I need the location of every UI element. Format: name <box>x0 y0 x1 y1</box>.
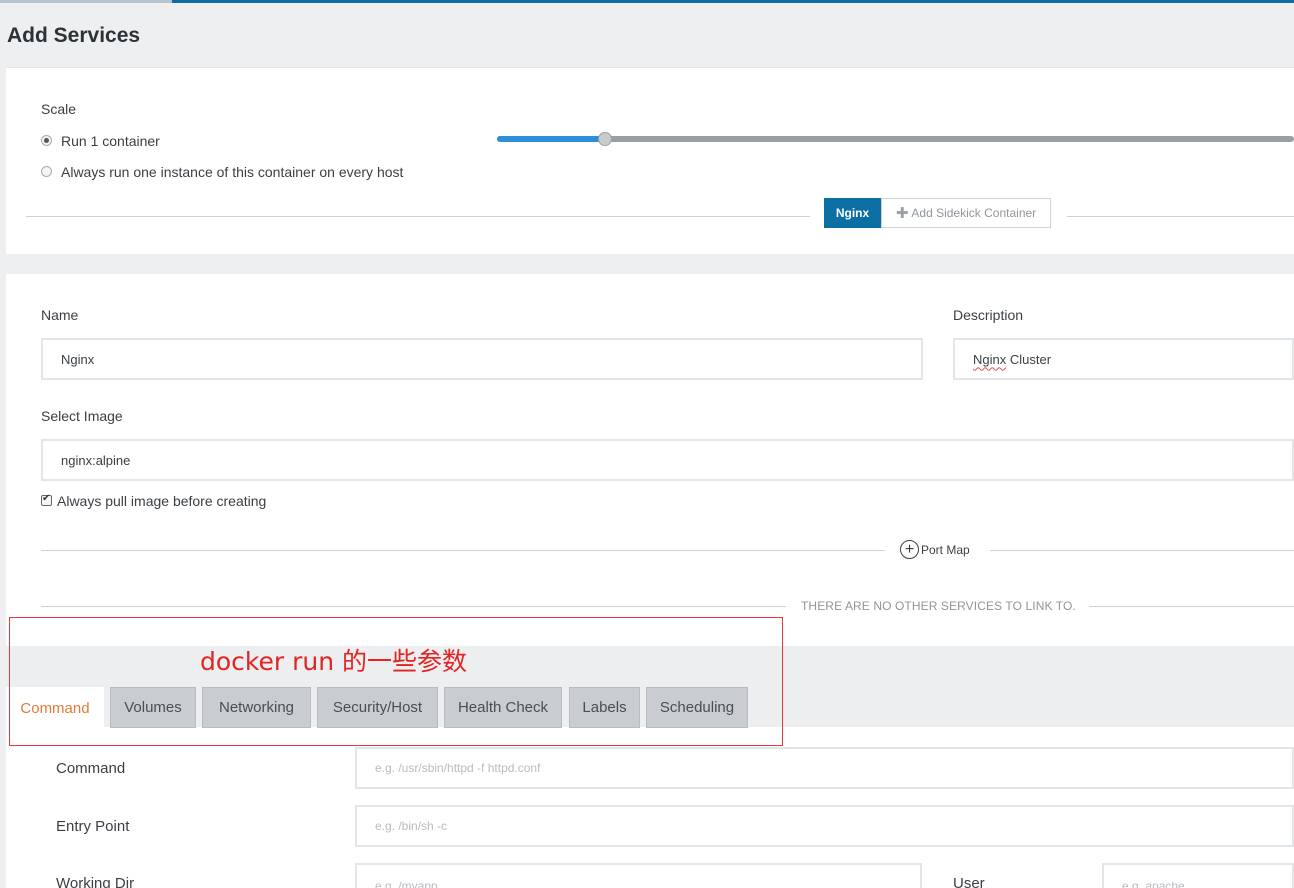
divider <box>26 216 810 217</box>
port-map-button[interactable]: + Port Map <box>900 540 970 559</box>
entry-point-placeholder: e.g. /bin/sh -c <box>375 819 448 833</box>
top-accent-segment <box>0 0 172 3</box>
working-dir-label: Working Dir <box>56 875 135 888</box>
plus-icon: ✚ <box>895 204 909 222</box>
container-tab-nginx[interactable]: Nginx <box>824 198 881 228</box>
top-accent-bar <box>0 0 1294 3</box>
description-label: Description <box>953 307 1024 323</box>
run-count-label: Run 1 container <box>61 133 160 149</box>
add-sidekick-label: Add Sidekick Container <box>911 206 1037 220</box>
entry-point-input[interactable]: e.g. /bin/sh -c <box>355 805 1294 847</box>
port-map-label: Port Map <box>921 542 970 557</box>
description-value-word: Nginx <box>973 351 1007 367</box>
description-value-rest: Cluster <box>1006 351 1052 367</box>
divider <box>41 606 786 607</box>
scale-slider-thumb[interactable] <box>598 132 612 146</box>
user-placeholder: e.g. apache <box>1122 879 1185 888</box>
scale-label: Scale <box>41 101 77 117</box>
command-label: Command <box>56 760 126 777</box>
working-dir-placeholder: e.g. /myapp <box>375 879 438 888</box>
image-input[interactable]: nginx:alpine <box>41 439 1294 481</box>
user-input[interactable]: e.g. apache <box>1102 863 1294 888</box>
add-circle-icon: + <box>900 540 919 559</box>
annotation-text: docker run 的一些参数 <box>200 647 468 676</box>
divider <box>990 550 1294 551</box>
always-pull-label: Always pull image before creating <box>57 493 267 509</box>
name-label: Name <box>41 307 79 323</box>
scale-slider-fill <box>497 136 605 142</box>
global-run-label: Always run one instance of this containe… <box>61 164 404 180</box>
entry-point-label: Entry Point <box>56 818 130 835</box>
add-sidekick-button[interactable]: ✚ Add Sidekick Container <box>881 198 1051 228</box>
image-value: nginx:alpine <box>61 452 131 468</box>
description-input[interactable]: Nginx Cluster <box>953 338 1294 380</box>
page-title: Add Services <box>7 24 141 47</box>
command-placeholder: e.g. /usr/sbin/httpd -f httpd.conf <box>375 761 541 775</box>
command-input[interactable]: e.g. /usr/sbin/httpd -f httpd.conf <box>355 747 1294 789</box>
user-label: User <box>953 875 985 888</box>
select-image-label: Select Image <box>41 408 123 424</box>
run-count-radio[interactable] <box>41 135 52 146</box>
global-run-radio[interactable] <box>41 166 52 177</box>
divider <box>1089 606 1294 607</box>
divider <box>41 550 885 551</box>
scale-slider-track[interactable] <box>497 136 1294 142</box>
divider <box>1067 216 1294 217</box>
no-links-message: THERE ARE NO OTHER SERVICES TO LINK TO. <box>801 599 1076 613</box>
always-pull-checkbox[interactable] <box>41 493 52 506</box>
name-input[interactable]: Nginx <box>41 338 923 380</box>
working-dir-input[interactable]: e.g. /myapp <box>355 863 922 888</box>
annotation-box <box>9 617 783 746</box>
name-value: Nginx <box>61 351 95 367</box>
scale-panel <box>6 67 1294 254</box>
